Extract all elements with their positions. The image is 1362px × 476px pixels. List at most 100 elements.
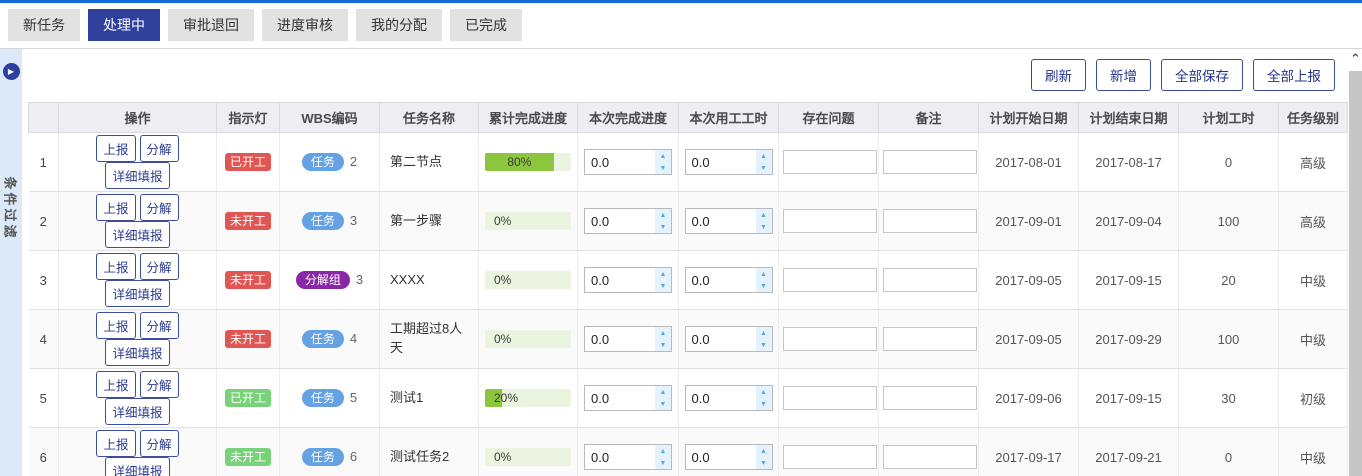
tab-审批退回[interactable]: 审批退回 [168, 9, 254, 41]
current-progress-input[interactable]: 0.0▲▼ [584, 326, 672, 352]
plan-hours: 20 [1179, 251, 1279, 310]
row-button-详细填报[interactable]: 详细填报 [105, 339, 169, 366]
work-hours-input[interactable]: 0.0▲▼ [685, 149, 773, 175]
row-button-详细填报[interactable]: 详细填报 [105, 398, 169, 425]
toolbar-button-新增[interactable]: 新增 [1096, 59, 1151, 91]
plan-start-date: 2017-09-06 [979, 369, 1079, 428]
spinner-arrows[interactable]: ▲▼ [655, 150, 671, 174]
spinner-arrows[interactable]: ▲▼ [756, 445, 772, 469]
spinner-down-icon[interactable]: ▼ [756, 398, 772, 410]
spinner-up-icon[interactable]: ▲ [756, 386, 772, 398]
spinner-down-icon[interactable]: ▼ [756, 339, 772, 351]
spinner-down-icon[interactable]: ▼ [756, 162, 772, 174]
spinner-up-icon[interactable]: ▲ [655, 445, 671, 457]
tab-进度审核[interactable]: 进度审核 [262, 9, 348, 41]
tab-我的分配[interactable]: 我的分配 [356, 9, 442, 41]
spinner-arrows[interactable]: ▲▼ [655, 268, 671, 292]
table-row: 4上报分解详细填报未开工任务4工期超过8人天0%0.0▲▼0.0▲▼2017-0… [29, 310, 1348, 369]
note-input[interactable] [883, 327, 977, 351]
spinner-up-icon[interactable]: ▲ [756, 209, 772, 221]
spinner-arrows[interactable]: ▲▼ [655, 327, 671, 351]
row-button-分解[interactable]: 分解 [140, 430, 179, 457]
row-button-详细填报[interactable]: 详细填报 [105, 457, 169, 476]
row-button-分解[interactable]: 分解 [140, 312, 179, 339]
row-button-上报[interactable]: 上报 [96, 312, 135, 339]
spinner-down-icon[interactable]: ▼ [655, 457, 671, 469]
note-input[interactable] [883, 150, 977, 174]
row-button-上报[interactable]: 上报 [96, 430, 135, 457]
spinner-down-icon[interactable]: ▼ [655, 280, 671, 292]
issue-input[interactable] [783, 327, 877, 351]
tab-新任务[interactable]: 新任务 [8, 9, 80, 41]
row-button-上报[interactable]: 上报 [96, 253, 135, 280]
note-input[interactable] [883, 386, 977, 410]
issue-input[interactable] [783, 209, 877, 233]
spinner-down-icon[interactable]: ▼ [655, 398, 671, 410]
row-button-分解[interactable]: 分解 [140, 135, 179, 162]
spinner-down-icon[interactable]: ▼ [655, 162, 671, 174]
issue-input[interactable] [783, 268, 877, 292]
scrollbar-thumb[interactable] [1349, 71, 1362, 476]
spinner-down-icon[interactable]: ▼ [756, 221, 772, 233]
spinner-up-icon[interactable]: ▲ [655, 209, 671, 221]
vertical-scrollbar[interactable]: ⌃ [1349, 49, 1362, 476]
work-hours-input[interactable]: 0.0▲▼ [685, 444, 773, 470]
spinner-down-icon[interactable]: ▼ [655, 221, 671, 233]
current-progress-input[interactable]: 0.0▲▼ [584, 208, 672, 234]
spinner-down-icon[interactable]: ▼ [756, 280, 772, 292]
spinner-up-icon[interactable]: ▲ [655, 386, 671, 398]
work-hours-input[interactable]: 0.0▲▼ [685, 385, 773, 411]
spinner-arrows[interactable]: ▲▼ [756, 268, 772, 292]
work-hours-input[interactable]: 0.0▲▼ [685, 326, 773, 352]
spinner-down-icon[interactable]: ▼ [756, 457, 772, 469]
work-hours-input[interactable]: 0.0▲▼ [685, 267, 773, 293]
spinner-arrows[interactable]: ▲▼ [756, 386, 772, 410]
spinner-up-icon[interactable]: ▲ [655, 268, 671, 280]
spinner-up-icon[interactable]: ▲ [655, 150, 671, 162]
toolbar-button-刷新[interactable]: 刷新 [1031, 59, 1086, 91]
issue-input[interactable] [783, 150, 877, 174]
scroll-up-button[interactable]: ⌃ [1349, 49, 1362, 69]
spinner-arrows[interactable]: ▲▼ [756, 327, 772, 351]
spinner-arrows[interactable]: ▲▼ [756, 150, 772, 174]
tab-处理中[interactable]: 处理中 [88, 9, 160, 41]
toolbar-button-全部上报[interactable]: 全部上报 [1253, 59, 1335, 91]
note-input[interactable] [883, 445, 977, 469]
spinner-arrows[interactable]: ▲▼ [655, 445, 671, 469]
spinner-up-icon[interactable]: ▲ [756, 327, 772, 339]
spinner-arrows[interactable]: ▲▼ [756, 209, 772, 233]
plan-start-date: 2017-09-05 [979, 251, 1079, 310]
operations-cell: 上报分解详细填报 [59, 428, 217, 476]
work-hours-input[interactable]: 0.0▲▼ [685, 208, 773, 234]
spinner-up-icon[interactable]: ▲ [756, 268, 772, 280]
spinner-up-icon[interactable]: ▲ [655, 327, 671, 339]
row-button-分解[interactable]: 分解 [140, 194, 179, 221]
spinner-arrows[interactable]: ▲▼ [655, 386, 671, 410]
row-button-详细填报[interactable]: 详细填报 [105, 162, 169, 189]
status-badge: 已开工 [225, 153, 271, 171]
row-button-上报[interactable]: 上报 [96, 194, 135, 221]
expand-sidebar-button[interactable]: ▶ [3, 63, 20, 80]
row-button-分解[interactable]: 分解 [140, 253, 179, 280]
current-progress-input[interactable]: 0.0▲▼ [584, 267, 672, 293]
current-progress-input[interactable]: 0.0▲▼ [584, 149, 672, 175]
row-button-详细填报[interactable]: 详细填报 [105, 221, 169, 248]
tab-已完成[interactable]: 已完成 [450, 9, 522, 41]
issue-input[interactable] [783, 386, 877, 410]
note-input[interactable] [883, 268, 977, 292]
spinner-arrows[interactable]: ▲▼ [655, 209, 671, 233]
current-progress-input[interactable]: 0.0▲▼ [584, 385, 672, 411]
spinner-up-icon[interactable]: ▲ [756, 150, 772, 162]
wbs-code: 4 [350, 331, 357, 346]
current-progress-input[interactable]: 0.0▲▼ [584, 444, 672, 470]
issue-input[interactable] [783, 445, 877, 469]
row-button-上报[interactable]: 上报 [96, 371, 135, 398]
row-button-详细填报[interactable]: 详细填报 [105, 280, 169, 307]
row-button-分解[interactable]: 分解 [140, 371, 179, 398]
spinner-up-icon[interactable]: ▲ [756, 445, 772, 457]
toolbar-button-全部保存[interactable]: 全部保存 [1161, 59, 1243, 91]
row-button-上报[interactable]: 上报 [96, 135, 135, 162]
note-input[interactable] [883, 209, 977, 233]
spinner-down-icon[interactable]: ▼ [655, 339, 671, 351]
sidebar-vertical-label[interactable]: 条件过滤 [2, 176, 21, 240]
